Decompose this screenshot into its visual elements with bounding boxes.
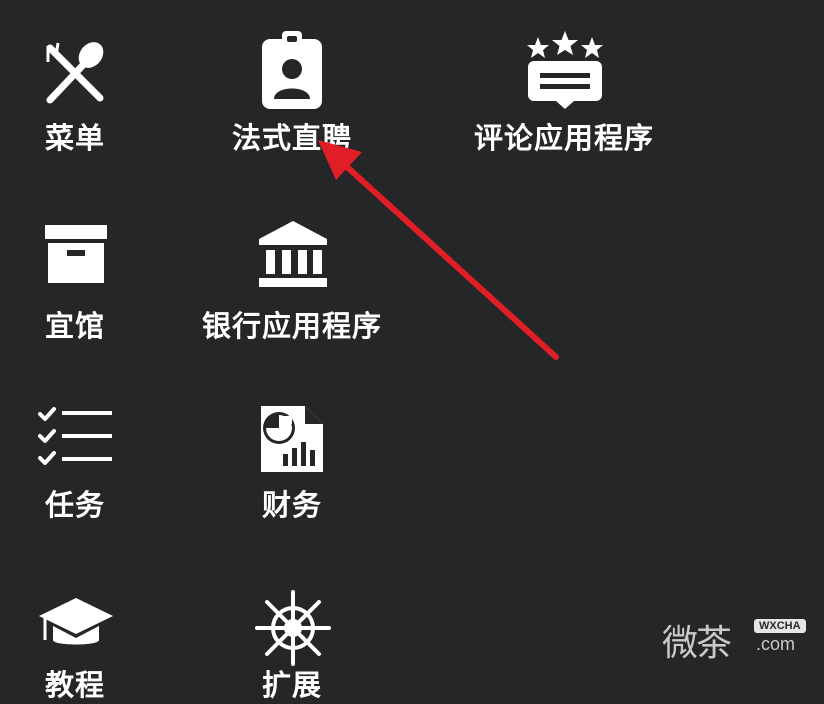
watermark: 微茶 WXCHA .com [662,612,812,664]
watermark-tag: WXCHA [754,619,806,633]
watermark-domain: .com [756,634,796,654]
watermark-text: 微茶 [662,623,732,664]
annotation-arrow [318,140,559,360]
